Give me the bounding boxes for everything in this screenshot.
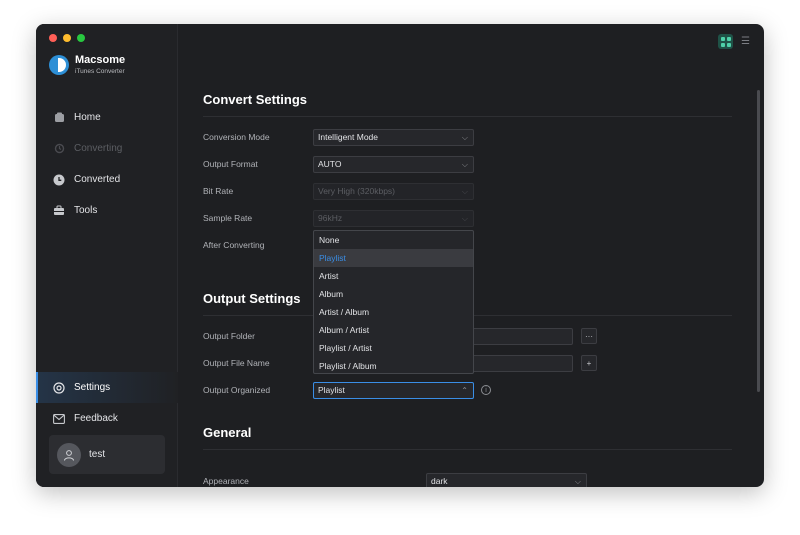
sidebar-item-settings[interactable]: Settings (36, 372, 178, 403)
output-file-name-label: Output File Name (203, 358, 270, 368)
output-format-value: AUTO (318, 159, 342, 169)
sample-rate-select[interactable]: 96kHz ⌵ (313, 210, 474, 227)
chevron-down-icon: ⌵ (461, 187, 468, 196)
general-title: General (203, 425, 252, 440)
convert-settings-title: Convert Settings (203, 92, 308, 107)
user-name: test (89, 449, 106, 460)
dropdown-option-artist-album[interactable]: Artist / Album (314, 303, 473, 321)
conversion-mode-value: Intelligent Mode (318, 132, 379, 142)
sidebar-item-converted[interactable]: Converted (36, 164, 178, 195)
browse-folder-button[interactable]: ··· (581, 328, 597, 344)
dropdown-option-playlist-album[interactable]: Playlist / Album (314, 357, 473, 375)
user-card[interactable]: test (49, 435, 165, 474)
output-organized-dropdown: None Playlist Artist Album Artist / Albu… (313, 230, 474, 374)
divider (203, 116, 732, 117)
sidebar: Macsome iTunes Converter Home Converting (36, 24, 178, 487)
add-tag-button[interactable]: + (581, 355, 597, 371)
app-window: Macsome iTunes Converter Home Converting (36, 24, 764, 487)
output-organized-select[interactable]: Playlist ⌃ (313, 382, 474, 399)
chevron-down-icon: ⌵ (461, 160, 468, 169)
close-window-button[interactable] (49, 34, 57, 42)
gear-icon (53, 381, 65, 394)
sidebar-item-label: Settings (74, 382, 111, 393)
sidebar-item-converting[interactable]: Converting (36, 133, 178, 164)
output-folder-label: Output Folder (203, 331, 255, 341)
dropdown-option-album-artist[interactable]: Album / Artist (314, 321, 473, 339)
output-organized-value: Playlist (318, 385, 345, 395)
output-format-label: Output Format (203, 159, 258, 169)
dropdown-option-album[interactable]: Album (314, 285, 473, 303)
sidebar-item-feedback[interactable]: Feedback (36, 403, 178, 434)
dropdown-option-none[interactable]: None (314, 231, 473, 249)
app-subtitle: iTunes Converter (75, 68, 125, 75)
app-name: Macsome (75, 54, 126, 66)
converting-icon (53, 143, 65, 155)
clock-icon (53, 174, 65, 186)
bit-rate-value: Very High (320kbps) (318, 186, 396, 196)
sidebar-item-label: Feedback (74, 413, 118, 424)
sidebar-item-label: Converting (74, 143, 123, 154)
appearance-select[interactable]: dark ⌵ (426, 473, 587, 487)
sidebar-item-label: Tools (74, 205, 98, 216)
chevron-down-icon: ⌵ (461, 214, 468, 223)
window-controls (49, 34, 85, 42)
user-icon (64, 449, 74, 461)
zoom-window-button[interactable] (77, 34, 85, 42)
output-settings-title: Output Settings (203, 291, 301, 306)
dropdown-option-artist[interactable]: Artist (314, 267, 473, 285)
sidebar-item-label: Converted (74, 174, 121, 185)
settings-content: Convert Settings Conversion Mode Intelli… (203, 24, 733, 487)
app-logo-icon (49, 55, 69, 75)
appearance-label: Appearance (203, 476, 249, 486)
sidebar-item-home[interactable]: Home (36, 102, 178, 133)
conversion-mode-label: Conversion Mode (203, 132, 270, 142)
output-format-select[interactable]: AUTO ⌵ (313, 156, 474, 173)
sample-rate-label: Sample Rate (203, 213, 253, 223)
chevron-down-icon: ⌵ (574, 477, 581, 486)
avatar (57, 442, 81, 467)
after-converting-label: After Converting (203, 240, 265, 250)
home-icon (53, 112, 65, 124)
conversion-mode-select[interactable]: Intelligent Mode ⌵ (313, 129, 474, 146)
mail-icon (53, 413, 65, 425)
minimize-window-button[interactable] (63, 34, 71, 42)
scrollbar[interactable] (757, 90, 760, 392)
sidebar-item-label: Home (74, 112, 101, 123)
toolbox-icon (53, 205, 65, 217)
divider (203, 449, 732, 450)
sidebar-nav: Home Converting Converted Tools (36, 102, 178, 226)
dropdown-option-playlist[interactable]: Playlist (314, 249, 473, 267)
sidebar-item-tools[interactable]: Tools (36, 195, 178, 226)
info-icon[interactable]: i (481, 385, 491, 395)
chevron-up-icon: ⌃ (461, 386, 468, 395)
bit-rate-label: Bit Rate (203, 186, 234, 196)
bit-rate-select[interactable]: Very High (320kbps) ⌵ (313, 183, 474, 200)
appearance-value: dark (431, 476, 448, 486)
sample-rate-value: 96kHz (318, 213, 343, 223)
brand: Macsome iTunes Converter (49, 55, 125, 75)
output-organized-label: Output Organized (203, 385, 271, 395)
menu-icon[interactable]: ☰ (741, 36, 750, 47)
sidebar-bottom-nav: Settings Feedback (36, 372, 178, 434)
dropdown-option-playlist-artist[interactable]: Playlist / Artist (314, 339, 473, 357)
chevron-down-icon: ⌵ (461, 133, 468, 142)
